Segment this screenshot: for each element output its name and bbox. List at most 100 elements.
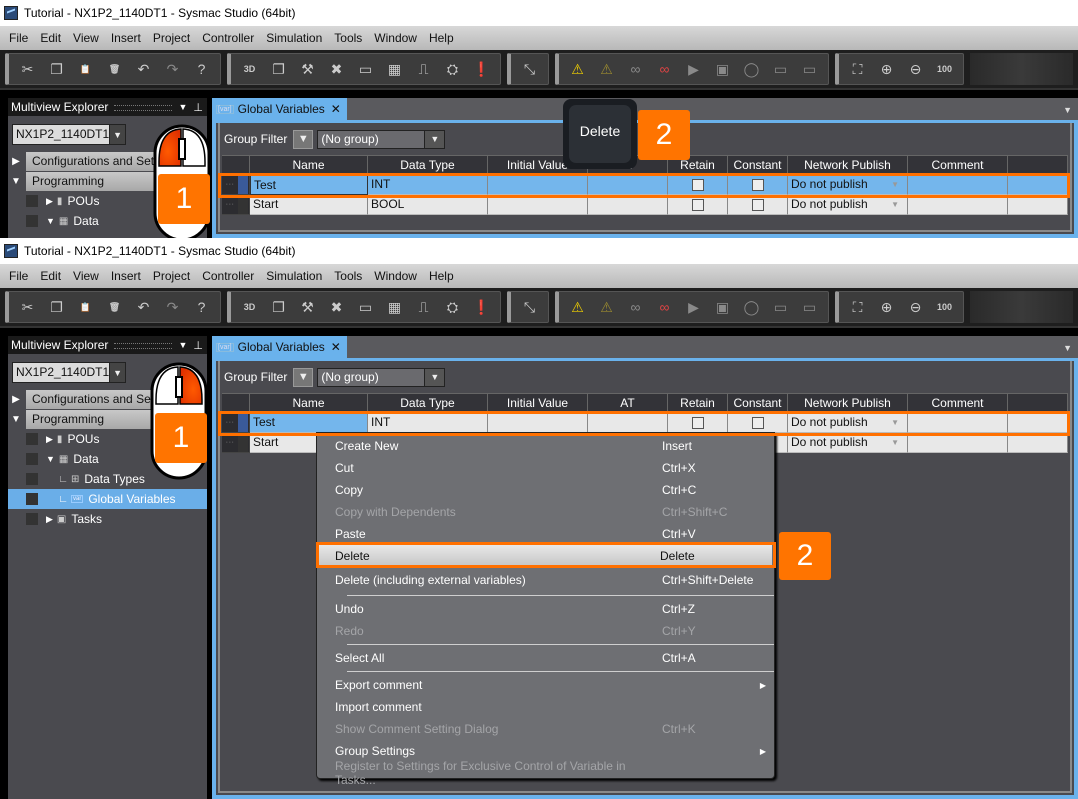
monitor-icon[interactable]: ∞ xyxy=(621,57,650,81)
menu-item-cut[interactable]: Cut Ctrl+X xyxy=(317,457,774,479)
menu-project[interactable]: Project xyxy=(147,31,196,45)
initial-value-cell[interactable] xyxy=(488,413,588,433)
close-icon[interactable]: ✕ xyxy=(331,102,341,116)
network-publish-cell[interactable]: Do not publish ▼ xyxy=(788,433,908,453)
refresh-icon[interactable]: ◯ xyxy=(737,295,766,319)
drag-handle[interactable] xyxy=(114,343,173,349)
copy-icon[interactable]: ❐ xyxy=(42,295,71,319)
name-cell[interactable]: Test xyxy=(250,175,368,195)
3d-icon[interactable]: 3D xyxy=(235,57,264,81)
online-settings-icon[interactable]: ⤡ xyxy=(515,57,544,81)
retain-checkbox[interactable] xyxy=(691,178,704,191)
device-selector[interactable]: NX1P2_1140DT1 ▼ xyxy=(12,124,126,145)
tab-list-icon[interactable]: ▼ xyxy=(1063,343,1072,353)
constant-checkbox[interactable] xyxy=(751,416,764,429)
menu-project[interactable]: Project xyxy=(147,269,196,283)
watch-window-icon[interactable]: ▭ xyxy=(351,57,380,81)
online-icon[interactable]: ▭ xyxy=(766,295,795,319)
chevron-down-icon[interactable]: ▼ xyxy=(891,195,899,214)
menu-item-delete-including-external-variables[interactable]: Delete (including external variables) Ctr… xyxy=(317,567,774,593)
menu-item-copy[interactable]: Copy Ctrl+C xyxy=(317,479,774,501)
collapse-icon[interactable]: ▼ xyxy=(8,414,24,425)
name-header[interactable]: Name xyxy=(250,393,368,413)
redo-icon[interactable]: ↷ xyxy=(158,295,187,319)
network-publish-cell[interactable]: Do not publish ▼ xyxy=(788,413,908,433)
retain-checkbox[interactable] xyxy=(691,198,704,211)
chevron-down-icon[interactable]: ▼ xyxy=(424,368,445,386)
row-marker-header[interactable] xyxy=(222,155,250,175)
online-icon[interactable]: ▭ xyxy=(766,57,795,81)
comment-header[interactable]: Comment xyxy=(908,155,1008,175)
menu-item-export-comment[interactable]: Export comment ▶ xyxy=(317,674,774,696)
close-icon[interactable]: ✕ xyxy=(331,340,341,354)
tree-tasks[interactable]: ▶ ▣ Tasks xyxy=(8,509,207,529)
device-selector[interactable]: NX1P2_1140DT1 ▼ xyxy=(12,362,126,383)
dropdown-icon[interactable]: ▼ xyxy=(178,340,187,350)
collapse-icon[interactable]: ▼ xyxy=(46,454,55,464)
retain-checkbox[interactable] xyxy=(691,416,704,429)
menu-item-undo[interactable]: Undo Ctrl+Z xyxy=(317,598,774,620)
build-icon[interactable]: ⚒ xyxy=(293,295,322,319)
row-selector[interactable] xyxy=(237,195,248,214)
row-marker[interactable]: ∙∙∙ xyxy=(222,413,250,433)
warning-icon[interactable]: ⚠ xyxy=(563,57,592,81)
zoom-100-icon[interactable]: 100 xyxy=(930,57,959,81)
run-icon[interactable]: ▶ xyxy=(679,57,708,81)
help-icon[interactable]: ? xyxy=(187,295,216,319)
menu-item-import-comment[interactable]: Import comment xyxy=(317,696,774,718)
menu-insert[interactable]: Insert xyxy=(105,31,147,45)
monitor-stop-icon[interactable]: ∞ xyxy=(650,295,679,319)
menu-help[interactable]: Help xyxy=(423,31,460,45)
watch-table-icon[interactable]: ▦ xyxy=(380,295,409,319)
expand-icon[interactable]: ▶ xyxy=(46,196,53,207)
initial-value-cell[interactable] xyxy=(488,175,588,195)
row-marker[interactable]: ∙∙∙ xyxy=(222,195,250,215)
name-header[interactable]: Name xyxy=(250,155,368,175)
delete-icon[interactable]: 🗑 xyxy=(100,57,129,81)
warning-off-icon[interactable]: ⚠ xyxy=(592,57,621,81)
chevron-down-icon[interactable]: ▼ xyxy=(891,175,899,194)
dropdown-icon[interactable]: ▼ xyxy=(178,102,187,112)
troubleshoot-icon[interactable]: ❗ xyxy=(467,57,496,81)
data-trace-icon[interactable]: ⎍ xyxy=(409,57,438,81)
data-type-header[interactable]: Data Type xyxy=(368,155,488,175)
menu-item-delete[interactable]: Delete Delete xyxy=(319,545,772,567)
chevron-down-icon[interactable]: ▼ xyxy=(891,413,899,432)
initial-value-cell[interactable] xyxy=(488,195,588,215)
at-cell[interactable] xyxy=(588,195,668,215)
table-row[interactable]: ∙∙∙ Test INT Do not publish ▼ xyxy=(222,413,1070,433)
data-type-cell[interactable]: INT xyxy=(368,413,488,433)
comment-header[interactable]: Comment xyxy=(908,393,1008,413)
delete-icon[interactable]: 🗑 xyxy=(100,295,129,319)
menu-window[interactable]: Window xyxy=(368,269,423,283)
chevron-down-icon[interactable]: ▼ xyxy=(109,125,125,144)
online-settings-icon[interactable]: ⤡ xyxy=(515,295,544,319)
data-type-cell[interactable]: INT xyxy=(368,175,488,195)
chevron-down-icon[interactable]: ▼ xyxy=(891,433,899,452)
fit-icon[interactable]: ⛶ xyxy=(843,57,872,81)
menu-window[interactable]: Window xyxy=(368,31,423,45)
transfer-icon[interactable]: ▣ xyxy=(708,57,737,81)
name-cell[interactable]: Test xyxy=(250,413,368,433)
collapse-icon[interactable]: ▼ xyxy=(8,176,24,187)
network-publish-header[interactable]: Network Publish xyxy=(788,155,908,175)
window-icon[interactable]: ❐ xyxy=(264,295,293,319)
cross-reference-icon[interactable]: ✖ xyxy=(322,57,351,81)
window-icon[interactable]: ❐ xyxy=(264,57,293,81)
tab-list-icon[interactable]: ▼ xyxy=(1063,105,1072,115)
data-trace-icon[interactable]: ⎍ xyxy=(409,295,438,319)
cross-reference-icon[interactable]: ✖ xyxy=(322,295,351,319)
row-marker-header[interactable] xyxy=(222,393,250,413)
menu-item-create-new[interactable]: Create New Insert xyxy=(317,435,774,457)
row-selector[interactable] xyxy=(237,175,248,194)
group-filter-select[interactable]: (No group) ▼ xyxy=(317,367,446,387)
constant-header[interactable]: Constant xyxy=(728,393,788,413)
menu-item-select-all[interactable]: Select All Ctrl+A xyxy=(317,647,774,669)
at-cell[interactable] xyxy=(588,175,668,195)
menu-item-paste[interactable]: Paste Ctrl+V xyxy=(317,523,774,545)
at-cell[interactable] xyxy=(588,413,668,433)
copy-icon[interactable]: ❐ xyxy=(42,57,71,81)
chevron-down-icon[interactable]: ▼ xyxy=(424,130,445,148)
cut-icon[interactable]: ✂ xyxy=(13,295,42,319)
menu-simulation[interactable]: Simulation xyxy=(260,31,328,45)
